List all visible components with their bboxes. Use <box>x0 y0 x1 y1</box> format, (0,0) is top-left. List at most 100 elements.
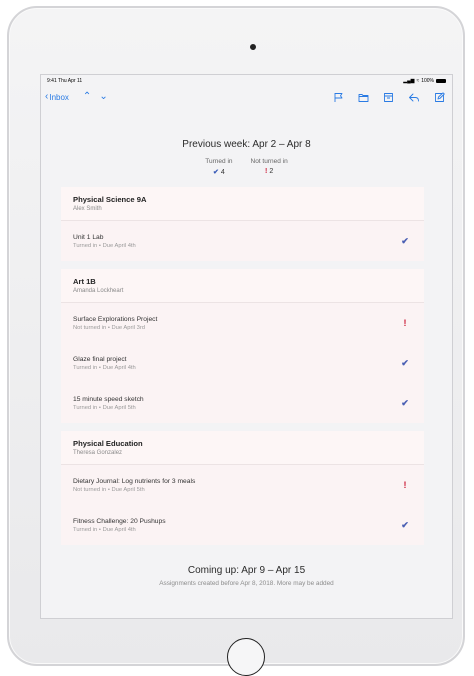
status-time-day: 9:41 Thu Apr 11 <box>47 78 82 84</box>
wifi-icon: ≈ <box>416 78 420 84</box>
archive-icon[interactable] <box>383 92 394 103</box>
bullet-separator: • <box>98 404 101 411</box>
class-header[interactable]: Art 1B Amanda Lockheart <box>61 269 424 303</box>
assignment-text: Dietary Journal: Log nutrients for 3 mea… <box>73 478 398 493</box>
assignment-status: Turned in • Due April 4th <box>73 527 398 533</box>
assignment-text: Surface Explorations Project Not turned … <box>73 316 398 331</box>
toolbar-actions <box>333 91 448 103</box>
folder-icon[interactable] <box>358 92 369 103</box>
exclamation-icon: ! <box>403 480 407 490</box>
submission-summary: Turned in ✔ 4 Not turned in ! 2 <box>41 158 452 176</box>
not-turned-in-value: ! 2 <box>251 168 288 175</box>
email-content[interactable]: Previous week: Apr 2 – Apr 8 Turned in ✔… <box>41 119 452 618</box>
bullet-separator: • <box>98 526 101 533</box>
ipad-frame: 9:41 Thu Apr 11 ▂▄▆ ≈ 100% ‹ Inbox ⌃ ⌄ P… <box>7 6 465 676</box>
chevron-down-icon[interactable]: ⌄ <box>99 92 107 102</box>
status-bar: 9:41 Thu Apr 11 ▂▄▆ ≈ 100% <box>41 75 452 87</box>
due-date: Due April 3rd <box>111 324 145 331</box>
bullet-separator: • <box>107 486 110 493</box>
battery-icon <box>436 79 446 83</box>
back-to-inbox-button[interactable]: ‹ Inbox <box>45 92 69 102</box>
checkmark-icon: ✔ <box>401 357 409 368</box>
assignment-text: Fitness Challenge: 20 Pushups Turned in … <box>73 518 398 533</box>
due-date: Due April 5th <box>102 404 136 411</box>
status-indicators: ▂▄▆ ≈ 100% <box>403 78 446 84</box>
compose-icon[interactable] <box>434 91 445 103</box>
assignment-status: Turned in • Due April 4th <box>73 365 398 371</box>
checkmark-icon: ✔ <box>213 169 219 176</box>
bullet-separator: • <box>98 364 101 371</box>
checkmark-icon: ✔ <box>401 235 409 246</box>
message-navigation: ⌃ ⌄ <box>83 92 108 102</box>
status-label: Turned in <box>73 364 98 371</box>
class-card-art: Art 1B Amanda Lockheart Surface Explorat… <box>61 269 424 423</box>
assignment-title: Glaze final project <box>73 355 127 363</box>
assignment-title: Fitness Challenge: 20 Pushups <box>73 517 166 525</box>
flag-icon[interactable] <box>333 92 344 103</box>
checkmark-icon: ✔ <box>401 519 409 530</box>
assignment-status: Not turned in • Due April 5th <box>73 487 398 493</box>
assignment-status: Turned in • Due April 4th <box>73 243 398 249</box>
reply-icon[interactable] <box>408 92 420 103</box>
home-button[interactable] <box>227 638 265 676</box>
assignment-status: Turned in • Due April 5th <box>73 405 398 411</box>
assignment-text: Unit 1 Lab Turned in • Due April 4th <box>73 234 398 249</box>
coming-up-subtitle: Assignments created before Apr 8, 2018. … <box>159 580 334 587</box>
class-card-physical-education: Physical Education Theresa Gonzalez Diet… <box>61 431 424 545</box>
turned-in-summary: Turned in ✔ 4 <box>205 158 232 176</box>
checkmark-icon: ✔ <box>401 397 409 408</box>
status-label: Not turned in <box>73 486 107 493</box>
back-button-label: Inbox <box>49 92 69 102</box>
status-label: Turned in <box>73 404 98 411</box>
not-turned-in-label: Not turned in <box>250 158 288 165</box>
turned-in-value: ✔ 4 <box>205 168 232 176</box>
assignment-title: Surface Explorations Project <box>73 315 158 323</box>
assignment-row[interactable]: Fitness Challenge: 20 Pushups Turned in … <box>61 505 424 545</box>
coming-up-title: Coming up: Apr 9 – Apr 15 <box>187 565 306 576</box>
exclamation-icon: ! <box>403 318 407 328</box>
class-header[interactable]: Physical Science 9A Alex Smith <box>61 187 424 221</box>
turned-in-label: Turned in <box>205 158 233 165</box>
assignment-row[interactable]: 15 minute speed sketch Turned in • Due A… <box>61 383 424 423</box>
turned-in-count: 4 <box>220 169 225 176</box>
status-time: 9:41 <box>47 78 57 84</box>
teacher-name: Amanda Lockheart <box>73 288 124 294</box>
signal-icon: ▂▄▆ <box>403 78 415 84</box>
assignment-row[interactable]: Unit 1 Lab Turned in • Due April 4th ✔ <box>61 221 424 261</box>
assignment-row[interactable]: Surface Explorations Project Not turned … <box>61 303 424 343</box>
class-header[interactable]: Physical Education Theresa Gonzalez <box>61 431 424 465</box>
screen: 9:41 Thu Apr 11 ▂▄▆ ≈ 100% ‹ Inbox ⌃ ⌄ P… <box>40 74 453 619</box>
assignment-status: Not turned in • Due April 3rd <box>73 325 398 331</box>
status-label: Turned in <box>73 242 98 249</box>
not-turned-in-count: 2 <box>269 168 274 175</box>
not-turned-in-summary: Not turned in ! 2 <box>251 158 288 176</box>
teacher-name: Alex Smith <box>73 206 102 212</box>
chevron-left-icon: ‹ <box>45 91 49 102</box>
due-date: Due April 5th <box>111 486 145 493</box>
assignment-row[interactable]: Glaze final project Turned in • Due Apri… <box>61 343 424 383</box>
teacher-name: Theresa Gonzalez <box>73 450 123 456</box>
navigation-bar: ‹ Inbox ⌃ ⌄ <box>41 87 452 107</box>
bullet-separator: • <box>98 242 101 249</box>
due-date: Due April 4th <box>102 526 136 533</box>
class-name: Physical Education <box>73 439 143 448</box>
battery-percent: 100% <box>421 78 434 84</box>
assignment-text: 15 minute speed sketch Turned in • Due A… <box>73 396 398 411</box>
assignment-title: Unit 1 Lab <box>73 233 104 241</box>
status-label: Not turned in <box>73 324 107 331</box>
chevron-up-icon[interactable]: ⌃ <box>83 92 91 102</box>
assignment-title: Dietary Journal: Log nutrients for 3 mea… <box>73 477 196 485</box>
due-date: Due April 4th <box>102 242 136 249</box>
assignment-title: 15 minute speed sketch <box>73 395 144 403</box>
class-card-physical-science: Physical Science 9A Alex Smith Unit 1 La… <box>61 187 424 261</box>
assignment-row[interactable]: Dietary Journal: Log nutrients for 3 mea… <box>61 465 424 505</box>
bullet-separator: • <box>107 324 110 331</box>
assignment-text: Glaze final project Turned in • Due Apri… <box>73 356 398 371</box>
previous-week-title: Previous week: Apr 2 – Apr 8 <box>182 139 311 150</box>
exclamation-icon: ! <box>264 168 268 175</box>
front-camera <box>250 44 256 50</box>
status-day: Thu Apr 11 <box>58 78 83 84</box>
status-label: Turned in <box>73 526 98 533</box>
due-date: Due April 4th <box>102 364 136 371</box>
class-name: Physical Science 9A <box>73 195 147 204</box>
